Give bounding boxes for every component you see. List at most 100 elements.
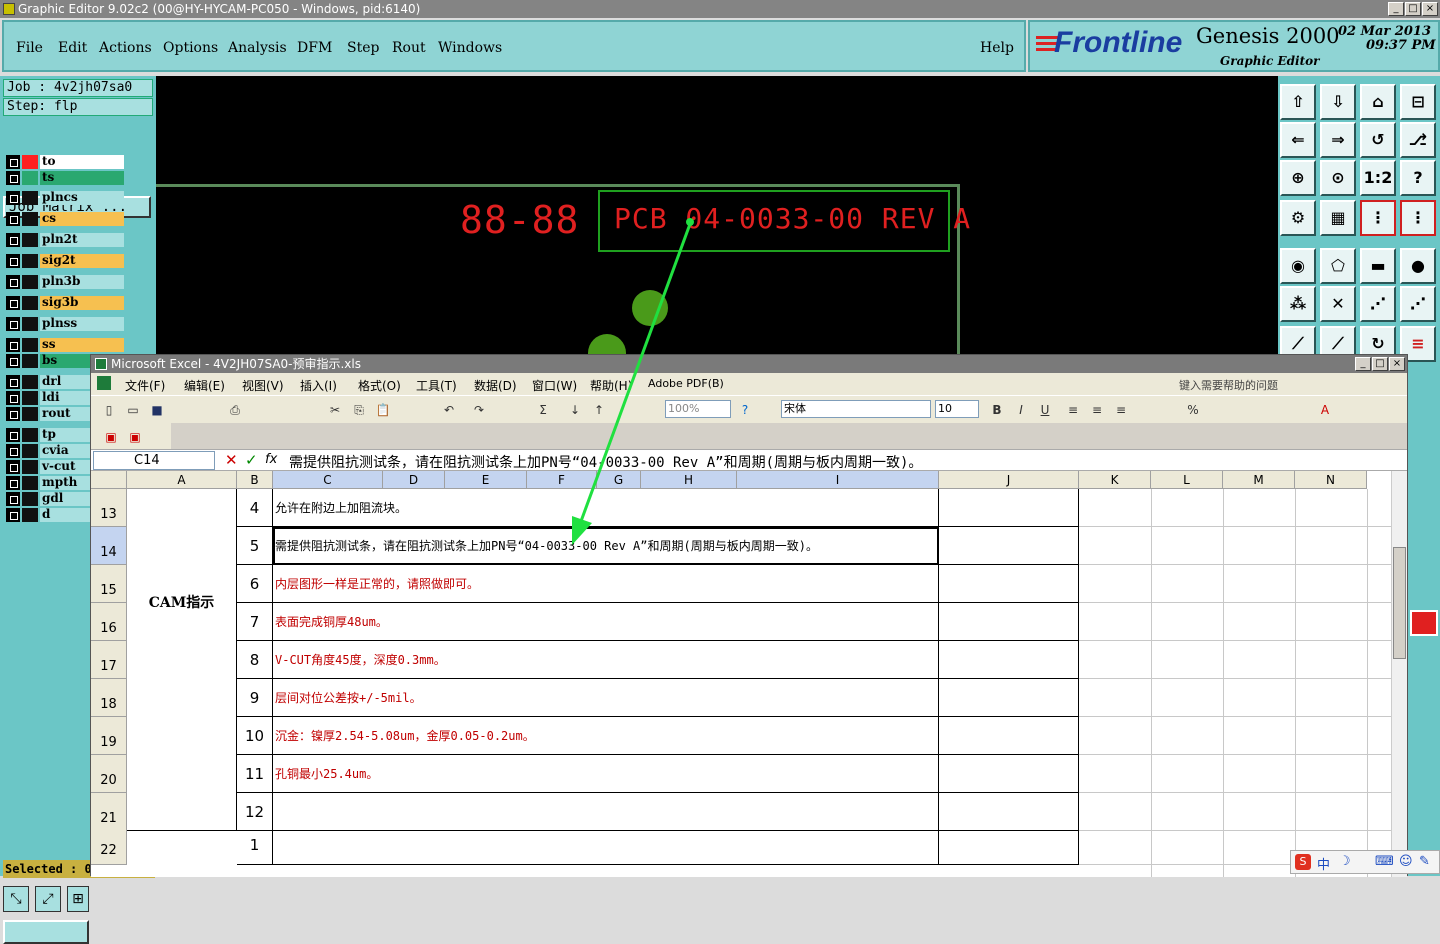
column-header-D[interactable]: D bbox=[383, 471, 445, 489]
layer-color-swatch[interactable] bbox=[22, 460, 38, 474]
row-header[interactable]: 15 bbox=[91, 565, 127, 603]
column-header-H[interactable]: H bbox=[641, 471, 737, 489]
layer-color-swatch[interactable] bbox=[22, 296, 38, 310]
delete-icon[interactable]: ✕ bbox=[1320, 286, 1356, 322]
flip-icon[interactable]: ⎇ bbox=[1400, 122, 1436, 158]
layer-name[interactable]: to bbox=[40, 155, 124, 169]
column-header-I[interactable]: I bbox=[737, 471, 939, 489]
menu-file[interactable]: File bbox=[16, 40, 43, 56]
column-header-A[interactable]: A bbox=[127, 471, 237, 489]
remark-cell[interactable] bbox=[939, 717, 1079, 755]
item-number-cell[interactable]: 7 bbox=[237, 603, 273, 641]
graphic-canvas[interactable]: 88-88 PCB 04-0033-00 REV A bbox=[156, 76, 1278, 384]
excel-menu-tools[interactable]: 工具(T) bbox=[416, 377, 457, 394]
row-header[interactable]: 16 bbox=[91, 603, 127, 641]
item-number-cell[interactable]: 6 bbox=[237, 565, 273, 603]
layer-checkbox[interactable] bbox=[6, 354, 20, 368]
layer-color-swatch[interactable] bbox=[22, 508, 38, 522]
empty-cell-row[interactable] bbox=[1079, 603, 1391, 641]
user-icon[interactable]: ☺ bbox=[1399, 854, 1413, 869]
layer-checkbox[interactable] bbox=[6, 338, 20, 352]
center-icon[interactable]: ⊙ bbox=[1320, 160, 1356, 196]
empty-cell-row[interactable] bbox=[1079, 679, 1391, 717]
zoom-area-icon[interactable]: ⤡ bbox=[3, 886, 29, 912]
layer-color-swatch[interactable] bbox=[22, 354, 38, 368]
scrollbar-thumb[interactable] bbox=[1393, 547, 1406, 659]
layer-row-to[interactable]: to bbox=[4, 154, 124, 170]
layer-row-sig3b[interactable]: sig3b bbox=[4, 295, 124, 311]
item-number-cell[interactable]: 11 bbox=[237, 755, 273, 793]
rotate-icon[interactable]: ↺ bbox=[1360, 122, 1396, 158]
redo-icon[interactable]: ↷ bbox=[471, 402, 487, 418]
name-box[interactable]: C14 bbox=[93, 451, 215, 470]
layer-checkbox[interactable] bbox=[6, 275, 20, 289]
snap-icon[interactable]: ⋮ bbox=[1360, 200, 1396, 236]
menu-windows[interactable]: Windows bbox=[438, 40, 502, 56]
layer-color-swatch[interactable] bbox=[22, 338, 38, 352]
empty-cell-row[interactable] bbox=[1079, 489, 1391, 527]
instruction-cell[interactable] bbox=[273, 825, 939, 865]
row-header[interactable]: 22 bbox=[91, 825, 127, 865]
empty-cell-row[interactable] bbox=[1079, 755, 1391, 793]
layer-color-swatch[interactable] bbox=[22, 428, 38, 442]
layer-row-pln2t[interactable]: pln2t bbox=[4, 232, 124, 248]
zoom-fit-icon[interactable]: ⤢ bbox=[35, 886, 61, 912]
underline-icon[interactable]: U bbox=[1037, 402, 1053, 418]
layer-checkbox[interactable] bbox=[6, 191, 20, 205]
up-icon[interactable]: ⇧ bbox=[1280, 84, 1316, 120]
layer-color-swatch[interactable] bbox=[22, 191, 38, 205]
layer-name[interactable]: cs bbox=[40, 212, 124, 226]
column-header-G[interactable]: G bbox=[597, 471, 641, 489]
instruction-cell[interactable]: 孔铜最小25.4um。 bbox=[273, 755, 939, 793]
excel-menu-view[interactable]: 视图(V) bbox=[242, 377, 284, 394]
percent-icon[interactable]: % bbox=[1185, 402, 1201, 418]
maximize-button[interactable]: □ bbox=[1405, 2, 1421, 16]
layer-color-swatch[interactable] bbox=[22, 476, 38, 490]
excel-menu-edit[interactable]: 编辑(E) bbox=[184, 377, 225, 394]
remark-cell[interactable] bbox=[939, 489, 1079, 527]
new-icon[interactable]: ▯ bbox=[101, 402, 117, 418]
italic-icon[interactable]: I bbox=[1013, 402, 1029, 418]
column-header-B[interactable]: B bbox=[237, 471, 273, 489]
measure-icon[interactable]: ⋰ bbox=[1400, 286, 1436, 322]
menu-help[interactable]: Help bbox=[980, 40, 1014, 56]
add-pad-icon[interactable]: ◉ bbox=[1280, 248, 1316, 284]
align-center-icon[interactable]: ≡ bbox=[1089, 402, 1105, 418]
layer-color-swatch[interactable] bbox=[22, 254, 38, 268]
empty-cell-row[interactable] bbox=[1079, 717, 1391, 755]
remark-cell[interactable] bbox=[939, 641, 1079, 679]
excel-menu-window[interactable]: 窗口(W) bbox=[532, 377, 577, 394]
layer-checkbox[interactable] bbox=[6, 444, 20, 458]
instruction-cell[interactable]: 允许在附边上加阻流块。 bbox=[273, 489, 939, 527]
sort-asc-icon[interactable]: ↓ bbox=[567, 402, 583, 418]
layer-checkbox[interactable] bbox=[6, 492, 20, 506]
excel-minimize-button[interactable]: _ bbox=[1355, 357, 1371, 371]
column-header-M[interactable]: M bbox=[1223, 471, 1295, 489]
font-color-icon[interactable]: A bbox=[1317, 402, 1333, 418]
layer-checkbox[interactable] bbox=[6, 407, 20, 421]
align-right-icon[interactable]: ≡ bbox=[1113, 402, 1129, 418]
menu-rout[interactable]: Rout bbox=[392, 40, 426, 56]
layer-checkbox[interactable] bbox=[6, 155, 20, 169]
keyboard-icon[interactable]: ⌨ bbox=[1375, 854, 1394, 869]
layer-color-swatch[interactable] bbox=[22, 275, 38, 289]
zoom-in-icon[interactable]: ⊕ bbox=[1280, 160, 1316, 196]
grid-icon[interactable]: ⊞ bbox=[67, 886, 89, 912]
font-select[interactable]: 宋体 bbox=[781, 400, 931, 418]
sort-desc-icon[interactable]: ↑ bbox=[591, 402, 607, 418]
excel-menu-file[interactable]: 文件(F) bbox=[125, 377, 165, 394]
item-number-cell[interactable]: 9 bbox=[237, 679, 273, 717]
menu-analysis[interactable]: Analysis bbox=[228, 40, 287, 56]
empty-cell-row[interactable] bbox=[1079, 565, 1391, 603]
column-header-L[interactable]: L bbox=[1151, 471, 1223, 489]
pdf-email-icon[interactable]: ▣ bbox=[127, 429, 143, 445]
layer-name[interactable]: pln2t bbox=[40, 233, 124, 247]
undo-icon[interactable]: ↶ bbox=[441, 402, 457, 418]
help-icon[interactable]: ? bbox=[737, 402, 753, 418]
help-icon[interactable]: ? bbox=[1400, 160, 1436, 196]
zoom-select[interactable]: 100% bbox=[665, 400, 731, 418]
bold-icon[interactable]: B bbox=[989, 402, 1005, 418]
layer-name[interactable]: sig3b bbox=[40, 296, 124, 310]
layer-row-pln3b[interactable]: pln3b bbox=[4, 274, 124, 290]
item-number-cell[interactable]: 5 bbox=[237, 527, 273, 565]
